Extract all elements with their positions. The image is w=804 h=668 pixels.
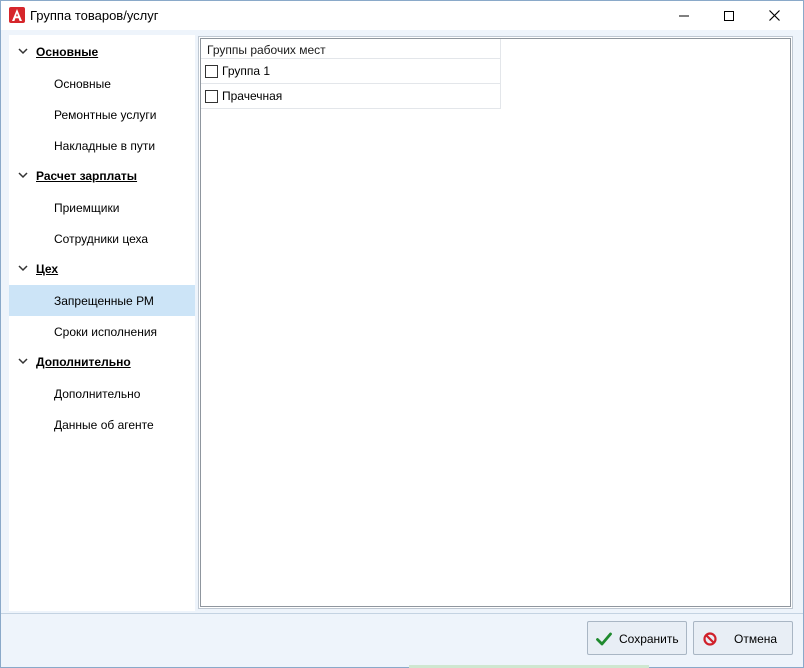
column-header: Группы рабочих мест	[201, 39, 501, 59]
minimize-button[interactable]	[661, 1, 707, 30]
nav-item-zapreshchennye-rm[interactable]: Запрещенные РМ	[9, 285, 195, 316]
nav-group-raschet-zarplaty[interactable]: Расчет зарплаты	[9, 161, 195, 192]
dialog-content: Основные Основные Ремонтные услуги Накла…	[1, 30, 803, 613]
window-title: Группа товаров/услуг	[30, 8, 159, 23]
nav-item-label: Дополнительно	[54, 387, 141, 401]
title-bar: Группа товаров/услуг	[1, 1, 803, 30]
app-logo-icon	[9, 7, 25, 23]
chevron-down-icon	[18, 48, 28, 55]
nav-item-sroki-ispolneniya[interactable]: Сроки исполнения	[9, 316, 195, 347]
nav-group-label: Расчет зарплаты	[36, 169, 138, 183]
workplace-groups-list: Группы рабочих мест Группа 1 Прачечная	[200, 38, 791, 607]
maximize-button[interactable]	[706, 1, 752, 30]
close-button[interactable]	[751, 1, 797, 30]
nav-group-label: Дополнительно	[36, 355, 131, 369]
list-item-label: Прачечная	[222, 89, 283, 103]
nav-item-label: Запрещенные РМ	[54, 294, 154, 308]
nav-group-osnovnye[interactable]: Основные	[9, 37, 195, 68]
cancel-button[interactable]: Отмена	[693, 621, 793, 655]
checkmark-icon	[596, 631, 612, 647]
nav-item-priemshchiki[interactable]: Приемщики	[9, 192, 195, 223]
list-item[interactable]: Прачечная	[201, 84, 501, 109]
dialog-window: Группа товаров/услуг Основные Основные Р…	[0, 0, 804, 668]
chevron-down-icon	[18, 265, 28, 272]
nav-item-label: Накладные в пути	[54, 139, 156, 153]
nav-item-remontnye-uslugi[interactable]: Ремонтные услуги	[9, 99, 195, 130]
nav-item-label: Сотрудники цеха	[54, 232, 149, 246]
group-checkbox[interactable]	[205, 65, 218, 78]
chevron-down-icon	[18, 358, 28, 365]
nav-item-label: Сроки исполнения	[54, 325, 158, 339]
minimize-icon	[679, 15, 689, 16]
close-icon	[768, 10, 780, 21]
cancel-button-label: Отмена	[734, 632, 778, 646]
list-item[interactable]: Группа 1	[201, 59, 501, 84]
maximize-icon	[724, 10, 734, 21]
nav-group-label: Основные	[36, 45, 99, 59]
prohibited-icon	[702, 631, 718, 647]
nav-item-label: Ремонтные услуги	[54, 108, 157, 122]
nav-item-label: Основные	[54, 77, 111, 91]
nav-group-dopolnitelno[interactable]: Дополнительно	[9, 347, 195, 378]
workplace-groups-grid: Группы рабочих мест Группа 1 Прачечная	[201, 39, 501, 109]
nav-item-label: Данные об агенте	[54, 418, 154, 432]
dialog-footer: Сохранить Отмена	[1, 613, 803, 667]
nav-item-sotrudniki-tsekha[interactable]: Сотрудники цеха	[9, 223, 195, 254]
nav-item-nakladnye-v-puti[interactable]: Накладные в пути	[9, 130, 195, 161]
workplace-groups-panel: Группы рабочих мест Группа 1 Прачечная	[198, 36, 793, 609]
settings-nav-tree: Основные Основные Ремонтные услуги Накла…	[9, 35, 195, 611]
nav-group-tsekh[interactable]: Цех	[9, 254, 195, 285]
nav-item-label: Приемщики	[54, 201, 120, 215]
nav-item-osnovnye[interactable]: Основные	[9, 68, 195, 99]
group-checkbox[interactable]	[205, 90, 218, 103]
chevron-down-icon	[18, 172, 28, 179]
list-item-label: Группа 1	[222, 64, 271, 78]
nav-item-dannye-ob-agente[interactable]: Данные об агенте	[9, 409, 195, 440]
nav-item-dopolnitelno[interactable]: Дополнительно	[9, 378, 195, 409]
save-button-label: Сохранить	[619, 632, 679, 646]
nav-group-label: Цех	[36, 262, 59, 276]
save-button[interactable]: Сохранить	[587, 621, 687, 655]
